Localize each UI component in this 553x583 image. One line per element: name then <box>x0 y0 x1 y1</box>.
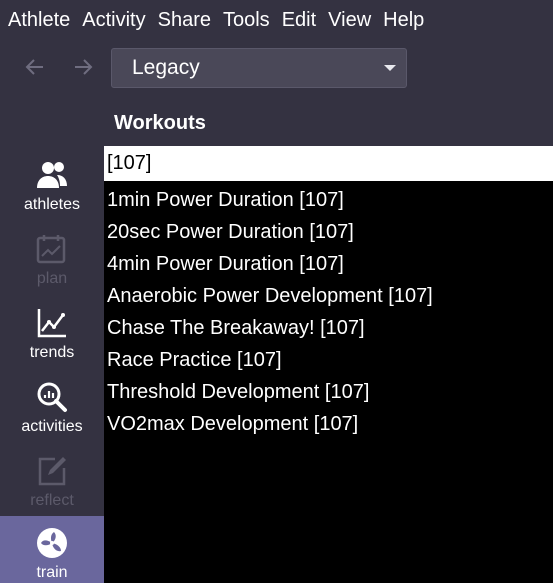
list-item[interactable]: 4min Power Duration [107] <box>104 248 553 280</box>
list-item[interactable]: VO2max Development [107] <box>104 408 553 440</box>
arrow-right-icon[interactable] <box>68 52 98 82</box>
menu-tools[interactable]: Tools <box>217 0 276 40</box>
workout-filter-input[interactable] <box>104 146 553 181</box>
menu-share[interactable]: Share <box>152 0 217 40</box>
sidebar-item-label: reflect <box>30 492 74 509</box>
sidebar-item-label: plan <box>36 270 68 287</box>
list-item[interactable]: Race Practice [107] <box>104 344 553 376</box>
menu-edit[interactable]: Edit <box>276 0 322 40</box>
chevron-down-icon <box>384 65 396 71</box>
sidebar: athletes plan trends activities reflect … <box>0 140 104 583</box>
list-item[interactable]: 1min Power Duration [107] <box>104 184 553 216</box>
view-select[interactable]: Legacy <box>111 48 407 88</box>
reflect-icon <box>35 454 69 488</box>
sidebar-item-label: train <box>36 564 68 581</box>
trends-icon <box>35 306 69 340</box>
arrow-left-icon[interactable] <box>20 52 50 82</box>
plan-icon <box>35 232 69 266</box>
panel-title: Workouts <box>114 112 206 134</box>
list-item[interactable]: Anaerobic Power Development [107] <box>104 280 553 312</box>
menu-bar: Athlete Activity Share Tools Edit View H… <box>0 0 553 40</box>
train-icon <box>35 526 69 560</box>
activities-icon <box>35 380 69 414</box>
sidebar-item-label: activities <box>21 418 83 435</box>
list-item[interactable]: Threshold Development [107] <box>104 376 553 408</box>
view-select-value: Legacy <box>132 56 200 79</box>
sidebar-item-label: athletes <box>23 196 81 213</box>
toolbar: Legacy <box>0 40 553 100</box>
list-item[interactable]: Chase The Breakaway! [107] <box>104 312 553 344</box>
sidebar-item-athletes[interactable]: athletes <box>0 148 104 220</box>
menu-athlete[interactable]: Athlete <box>2 0 76 40</box>
sidebar-item-train[interactable]: train <box>0 516 104 583</box>
list-item[interactable]: 20sec Power Duration [107] <box>104 216 553 248</box>
sidebar-item-reflect: reflect <box>0 444 104 516</box>
sidebar-item-trends[interactable]: trends <box>0 296 104 368</box>
sidebar-item-plan: plan <box>0 222 104 294</box>
athletes-icon <box>35 158 69 192</box>
sidebar-item-activities[interactable]: activities <box>0 370 104 442</box>
menu-view[interactable]: View <box>322 0 377 40</box>
menu-help[interactable]: Help <box>377 0 430 40</box>
workout-list: 1min Power Duration [107] 20sec Power Du… <box>104 181 553 583</box>
menu-activity[interactable]: Activity <box>76 0 151 40</box>
sidebar-item-label: trends <box>29 344 75 361</box>
